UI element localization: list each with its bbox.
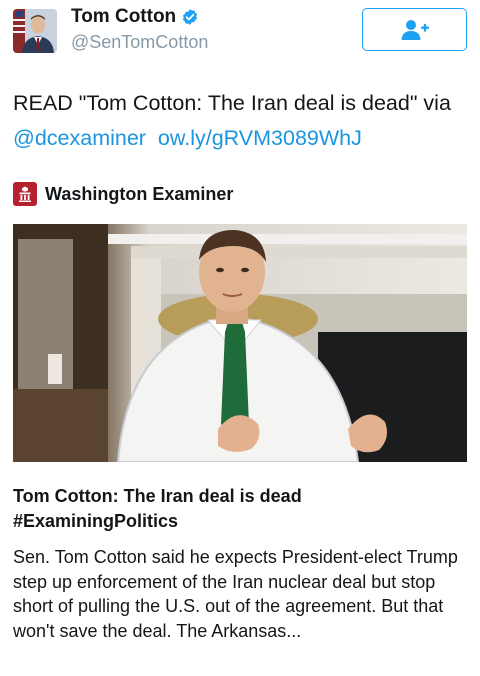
card-title-line2: #ExaminingPolitics [13, 511, 179, 531]
card-title-line1: Tom Cotton: The Iran deal is dead [13, 486, 302, 506]
card-title[interactable]: Tom Cotton: The Iran deal is dead #Exami… [13, 484, 468, 534]
follow-person-plus-icon [401, 19, 429, 40]
tweet-header: Tom Cotton @SenTomCotton [0, 0, 480, 70]
tweet-text: READ "Tom Cotton: The Iran deal is dead"… [13, 86, 468, 156]
card-source[interactable]: Washington Examiner [13, 182, 233, 206]
tweet-text-body: READ "Tom Cotton: The Iran deal is dead"… [13, 91, 451, 115]
avatar[interactable] [13, 9, 57, 53]
verified-badge-icon [183, 9, 198, 25]
follow-button[interactable] [362, 8, 467, 51]
user-handle[interactable]: @SenTomCotton [71, 32, 208, 53]
mention-link[interactable]: @dcexaminer [13, 126, 146, 150]
source-name: Washington Examiner [45, 183, 234, 204]
card-photo [13, 224, 467, 462]
display-name[interactable]: Tom Cotton [71, 6, 176, 28]
card-description: Sen. Tom Cotton said he expects Presiden… [13, 547, 458, 641]
card-image[interactable] [13, 224, 467, 462]
washington-examiner-logo-icon [13, 182, 37, 206]
url-link[interactable]: ow.ly/gRVM3089WhJ [158, 126, 362, 150]
name-row: Tom Cotton [71, 6, 199, 28]
